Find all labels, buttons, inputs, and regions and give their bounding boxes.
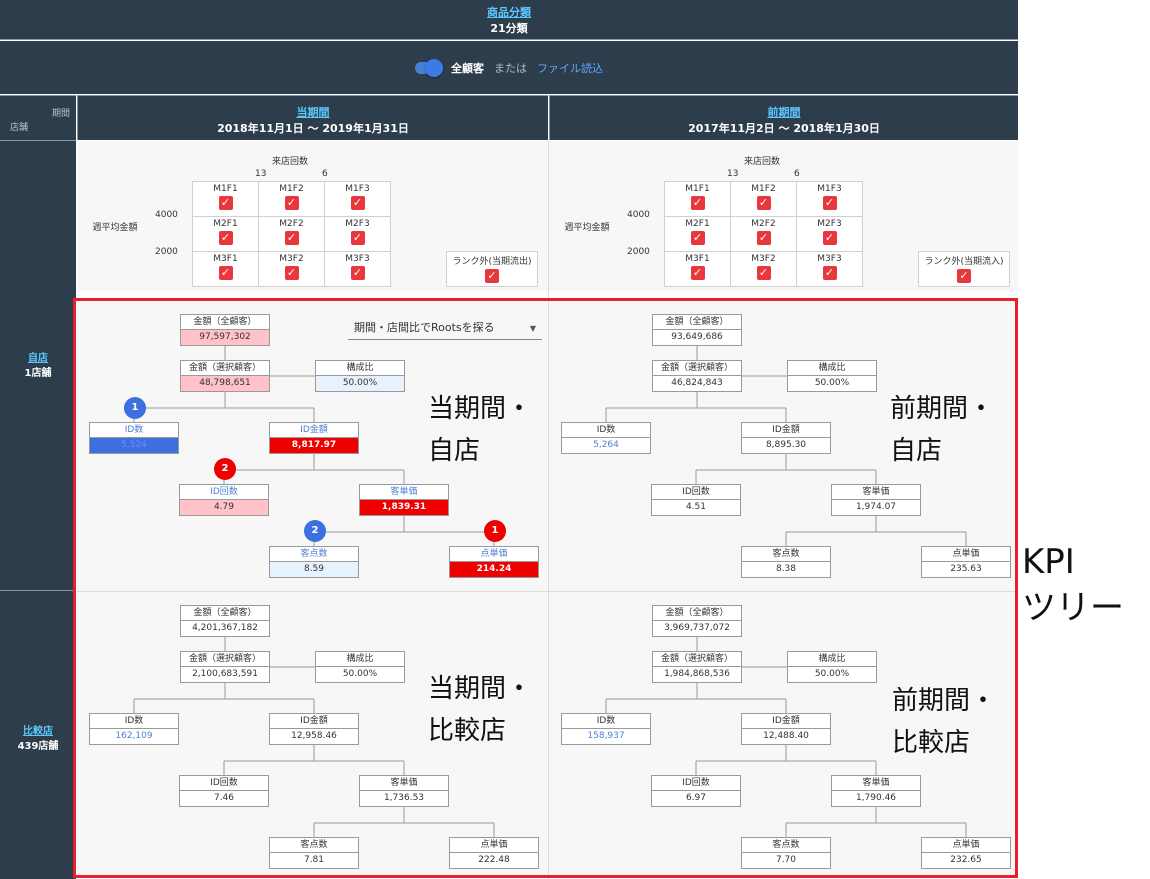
store-divider: [0, 590, 76, 591]
amount-tick-4000: 4000: [627, 210, 650, 220]
rfm-cell-m3f3[interactable]: M3F3 ✓: [324, 251, 391, 287]
check-icon[interactable]: ✓: [756, 231, 771, 245]
weekly-amount-label: 週平均金額: [564, 223, 610, 233]
rfm-cell-m2f2[interactable]: M2F2 ✓: [730, 216, 797, 252]
file-load-link[interactable]: ファイル読込: [537, 60, 603, 76]
own-store-count: 1店舗: [24, 368, 52, 379]
rfm-cell-m1f1[interactable]: M1F1 ✓: [664, 181, 731, 217]
category-count: 21分類: [490, 22, 528, 35]
own-store-link[interactable]: 自店: [28, 353, 48, 364]
visit-count-title: 来店回数: [744, 157, 781, 167]
check-icon[interactable]: ✓: [756, 196, 771, 210]
check-icon[interactable]: ✓: [957, 269, 971, 283]
all-customers-label: 全顧客: [451, 61, 484, 75]
check-icon[interactable]: ✓: [350, 196, 365, 210]
toggle-knob[interactable]: [425, 58, 443, 77]
rfm-cell-m2f2[interactable]: M2F2 ✓: [258, 216, 325, 252]
check-icon[interactable]: ✓: [690, 196, 705, 210]
check-icon[interactable]: ✓: [284, 231, 299, 245]
previous-period-link[interactable]: 前期間: [768, 106, 801, 119]
visit-count-title: 来店回数: [272, 157, 309, 167]
check-icon[interactable]: ✓: [218, 196, 233, 210]
rfm-grid: M1F1 ✓ M1F2 ✓ M1F3 ✓ M2F1 ✓ M2F2 ✓ M2F3 ✓ M3F1…: [664, 181, 863, 287]
or-label: または: [494, 61, 527, 75]
rfm-cell-m3f2[interactable]: M3F2 ✓: [258, 251, 325, 287]
visit-tick-6: 6: [322, 169, 328, 179]
check-icon[interactable]: ✓: [350, 231, 365, 245]
previous-period-range: 2017年11月2日 ～ 2018年1月30日: [688, 122, 880, 135]
annotation-kpi-tree: KPI ツリー: [1022, 542, 1124, 628]
store-column: [0, 140, 76, 879]
amount-tick-4000: 4000: [155, 210, 178, 220]
rfm-cell-m3f3[interactable]: M3F3 ✓: [796, 251, 863, 287]
check-icon[interactable]: ✓: [756, 266, 771, 280]
corner-period-label: 期間: [51, 109, 70, 119]
visit-tick-13: 13: [727, 169, 739, 179]
current-period-link[interactable]: 当期間: [297, 106, 330, 119]
rfm-cell-m3f2[interactable]: M3F2 ✓: [730, 251, 797, 287]
check-icon[interactable]: ✓: [284, 266, 299, 280]
check-icon[interactable]: ✓: [690, 266, 705, 280]
rfm-cell-m2f1[interactable]: M2F1 ✓: [664, 216, 731, 252]
check-icon[interactable]: ✓: [284, 196, 299, 210]
check-icon[interactable]: ✓: [822, 266, 837, 280]
check-icon[interactable]: ✓: [350, 266, 365, 280]
check-icon[interactable]: ✓: [822, 196, 837, 210]
rfm-cell-m3f1[interactable]: M3F1 ✓: [192, 251, 259, 287]
current-period-range: 2018年11月1日 ～ 2019年1月31日: [217, 122, 409, 135]
rank-out-current[interactable]: ランク外(当期流出) ✓: [446, 251, 538, 287]
visit-tick-6: 6: [794, 169, 800, 179]
customer-filter-bar: 全顧客 または ファイル読込: [0, 41, 1018, 94]
category-link[interactable]: 商品分類: [487, 6, 531, 19]
visit-tick-13: 13: [255, 169, 267, 179]
compare-store-link[interactable]: 比較店: [23, 726, 53, 737]
weekly-amount-label: 週平均金額: [92, 223, 138, 233]
own-store-header: 自店 1店舗: [0, 349, 76, 379]
amount-tick-2000: 2000: [155, 247, 178, 257]
compare-store-header: 比較店 439店舗: [0, 722, 76, 752]
check-icon[interactable]: ✓: [485, 269, 499, 283]
category-header: 商品分類 21分類: [0, 0, 1018, 40]
rfm-cell-m3f1[interactable]: M3F1 ✓: [664, 251, 731, 287]
rfm-cell-m1f3[interactable]: M1F3 ✓: [324, 181, 391, 217]
rfm-cell-m1f2[interactable]: M1F2 ✓: [730, 181, 797, 217]
check-icon[interactable]: ✓: [690, 231, 705, 245]
corner-store-label: 店舗: [10, 123, 29, 133]
check-icon[interactable]: ✓: [218, 231, 233, 245]
rfm-grid: M1F1 ✓ M1F2 ✓ M1F3 ✓ M2F1 ✓ M2F2 ✓ M2F3 ✓ M3F1…: [192, 181, 391, 287]
compare-store-count: 439店舗: [17, 741, 59, 752]
rank-out-previous[interactable]: ランク外(当期流入) ✓: [918, 251, 1010, 287]
rfm-cell-m1f3[interactable]: M1F3 ✓: [796, 181, 863, 217]
rfm-cell-m1f1[interactable]: M1F1 ✓: [192, 181, 259, 217]
current-period-header: 当期間 2018年11月1日 ～ 2019年1月31日: [77, 95, 548, 140]
rfm-cell-m2f3[interactable]: M2F3 ✓: [324, 216, 391, 252]
previous-period-header: 前期間 2017年11月2日 ～ 2018年1月30日: [549, 95, 1018, 140]
all-customers-toggle[interactable]: [415, 58, 443, 77]
check-icon[interactable]: ✓: [218, 266, 233, 280]
check-icon[interactable]: ✓: [822, 231, 837, 245]
corner-header: 期間 店舗: [0, 95, 76, 140]
rfm-cell-m2f1[interactable]: M2F1 ✓: [192, 216, 259, 252]
amount-tick-2000: 2000: [627, 247, 650, 257]
kpi-tree-highlight-frame: [73, 298, 1018, 878]
rfm-cell-m1f2[interactable]: M1F2 ✓: [258, 181, 325, 217]
rfm-cell-m2f3[interactable]: M2F3 ✓: [796, 216, 863, 252]
